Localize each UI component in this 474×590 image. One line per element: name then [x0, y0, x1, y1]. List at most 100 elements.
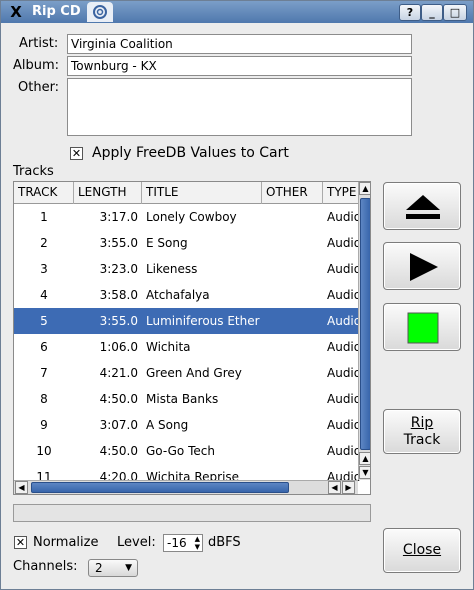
- spin-arrows-icon[interactable]: ▲ ▼: [195, 535, 200, 551]
- col-type[interactable]: TYPE: [323, 182, 363, 204]
- stop-button[interactable]: [383, 303, 461, 351]
- title-bar[interactable]: X Rip CD ? _ □: [1, 1, 473, 23]
- cell-type: Audio: [327, 392, 362, 406]
- table-row[interactable]: 5 3:55.0 Luminiferous Ether Audio: [14, 308, 361, 334]
- cell-type: Audio: [327, 366, 362, 380]
- window-title: Rip CD: [32, 4, 81, 19]
- cell-type: Audio: [327, 236, 362, 250]
- eject-icon: [406, 195, 440, 219]
- scroll-down-icon[interactable]: ▼: [359, 466, 370, 479]
- table-row[interactable]: 2 3:55.0 E Song Audio: [14, 230, 361, 256]
- help-button[interactable]: ?: [399, 4, 421, 21]
- rip-progress-bar: [13, 504, 371, 522]
- freedb-label: Apply FreeDB Values to Cart: [92, 145, 289, 161]
- cell-length: 3:58.0: [99, 288, 138, 302]
- cell-track: 2: [40, 236, 48, 250]
- normalize-checkbox[interactable]: ✕: [14, 536, 27, 549]
- horizontal-scroll-thumb[interactable]: [31, 482, 289, 493]
- table-row[interactable]: 7 4:21.0 Green And Grey Audio: [14, 360, 361, 386]
- cell-type: Audio: [327, 262, 362, 276]
- cell-type: Audio: [327, 288, 362, 302]
- cell-title: Go-Go Tech: [146, 444, 215, 458]
- cell-track: 4: [40, 288, 48, 302]
- cell-title: Lonely Cowboy: [146, 210, 237, 224]
- album-field[interactable]: Townburg - KX: [67, 56, 412, 76]
- cell-title: Luminiferous Ether: [146, 314, 260, 328]
- cell-track: 6: [40, 340, 48, 354]
- rip-cd-window: X Rip CD ? _ □ Artist: Virginia Coalitio…: [0, 0, 474, 590]
- track-label: Track: [403, 432, 441, 448]
- channels-select[interactable]: 2 ▼: [88, 559, 138, 577]
- cell-track: 10: [36, 444, 52, 458]
- col-length[interactable]: LENGTH: [74, 182, 142, 204]
- stop-icon: [407, 312, 439, 344]
- table-header: TRACK LENGTH TITLE OTHER TYPE: [14, 182, 358, 204]
- vertical-scrollbar[interactable]: ▲ ▲ ▼: [358, 182, 370, 480]
- normalize-label: Normalize: [33, 535, 99, 550]
- level-unit: dBFS: [208, 535, 241, 550]
- cell-length: 1:06.0: [99, 340, 138, 354]
- dropdown-arrow-icon: ▼: [125, 563, 132, 573]
- scroll-left-icon[interactable]: ◀: [15, 481, 28, 494]
- play-button[interactable]: [383, 242, 461, 290]
- maximize-button[interactable]: □: [443, 4, 467, 21]
- close-label: Close: [402, 542, 442, 558]
- eject-button[interactable]: [383, 182, 461, 230]
- channels-label: Channels:: [13, 559, 78, 574]
- table-row[interactable]: 1 3:17.0 Lonely Cowboy Audio: [14, 204, 361, 230]
- vertical-scroll-thumb[interactable]: [360, 198, 370, 450]
- channels-value: 2: [95, 561, 103, 575]
- cell-track: 8: [40, 392, 48, 406]
- rip-label: Rip: [410, 415, 434, 431]
- cell-title: E Song: [146, 236, 188, 250]
- album-label: Album:: [13, 58, 60, 73]
- col-other[interactable]: OTHER: [262, 182, 323, 204]
- table-row[interactable]: 9 3:07.0 A Song Audio: [14, 412, 361, 438]
- level-spinbox[interactable]: -16 ▲ ▼: [163, 534, 203, 552]
- minimize-button[interactable]: _: [421, 4, 443, 21]
- close-button[interactable]: Close: [383, 528, 461, 573]
- cell-track: 9: [40, 418, 48, 432]
- table-row[interactable]: 6 1:06.0 Wichita Audio: [14, 334, 361, 360]
- rip-track-button[interactable]: Rip Track: [383, 409, 461, 454]
- cell-track: 5: [40, 314, 48, 328]
- play-icon: [410, 253, 438, 281]
- cell-type: Audio: [327, 418, 362, 432]
- tracks-table[interactable]: TRACK LENGTH TITLE OTHER TYPE 1 3:17.0 Lon…: [13, 181, 371, 495]
- level-label: Level:: [117, 535, 156, 550]
- table-row[interactable]: 10 4:50.0 Go-Go Tech Audio: [14, 438, 361, 464]
- cell-type: Audio: [327, 444, 362, 458]
- table-row[interactable]: 8 4:50.0 Mista Banks Audio: [14, 386, 361, 412]
- cell-type: Audio: [327, 314, 362, 328]
- col-title[interactable]: TITLE: [142, 182, 262, 204]
- scroll-up-icon[interactable]: ▲: [359, 452, 370, 465]
- cell-title: Wichita: [146, 340, 191, 354]
- cell-title: A Song: [146, 418, 189, 432]
- table-row[interactable]: 3 3:23.0 Likeness Audio: [14, 256, 361, 282]
- artist-label: Artist:: [19, 36, 59, 51]
- cell-length: 4:21.0: [99, 366, 138, 380]
- table-row[interactable]: 4 3:58.0 Atchafalya Audio: [14, 282, 361, 308]
- scroll-up-icon[interactable]: ▲: [359, 182, 370, 195]
- horizontal-scrollbar[interactable]: ◀ ◀ ▶: [14, 480, 358, 494]
- other-field[interactable]: [67, 78, 412, 136]
- cell-title: Mista Banks: [146, 392, 219, 406]
- col-track[interactable]: TRACK: [14, 182, 74, 204]
- cell-length: 3:55.0: [99, 236, 138, 250]
- x-app-icon[interactable]: X: [7, 3, 25, 21]
- tracks-label: Tracks: [13, 164, 54, 179]
- other-label: Other:: [18, 80, 60, 95]
- cell-type: Audio: [327, 340, 362, 354]
- cell-title: Likeness: [146, 262, 198, 276]
- scroll-left-icon[interactable]: ◀: [328, 481, 341, 494]
- cell-length: 3:07.0: [99, 418, 138, 432]
- level-value: -16: [167, 536, 187, 550]
- swirl-icon[interactable]: [87, 2, 113, 22]
- cell-length: 3:17.0: [99, 210, 138, 224]
- freedb-checkbox[interactable]: ✕: [70, 147, 83, 160]
- cell-length: 3:55.0: [99, 314, 138, 328]
- cell-track: 7: [40, 366, 48, 380]
- scroll-right-icon[interactable]: ▶: [342, 481, 355, 494]
- cell-title: Green And Grey: [146, 366, 242, 380]
- artist-field[interactable]: Virginia Coalition: [67, 34, 412, 54]
